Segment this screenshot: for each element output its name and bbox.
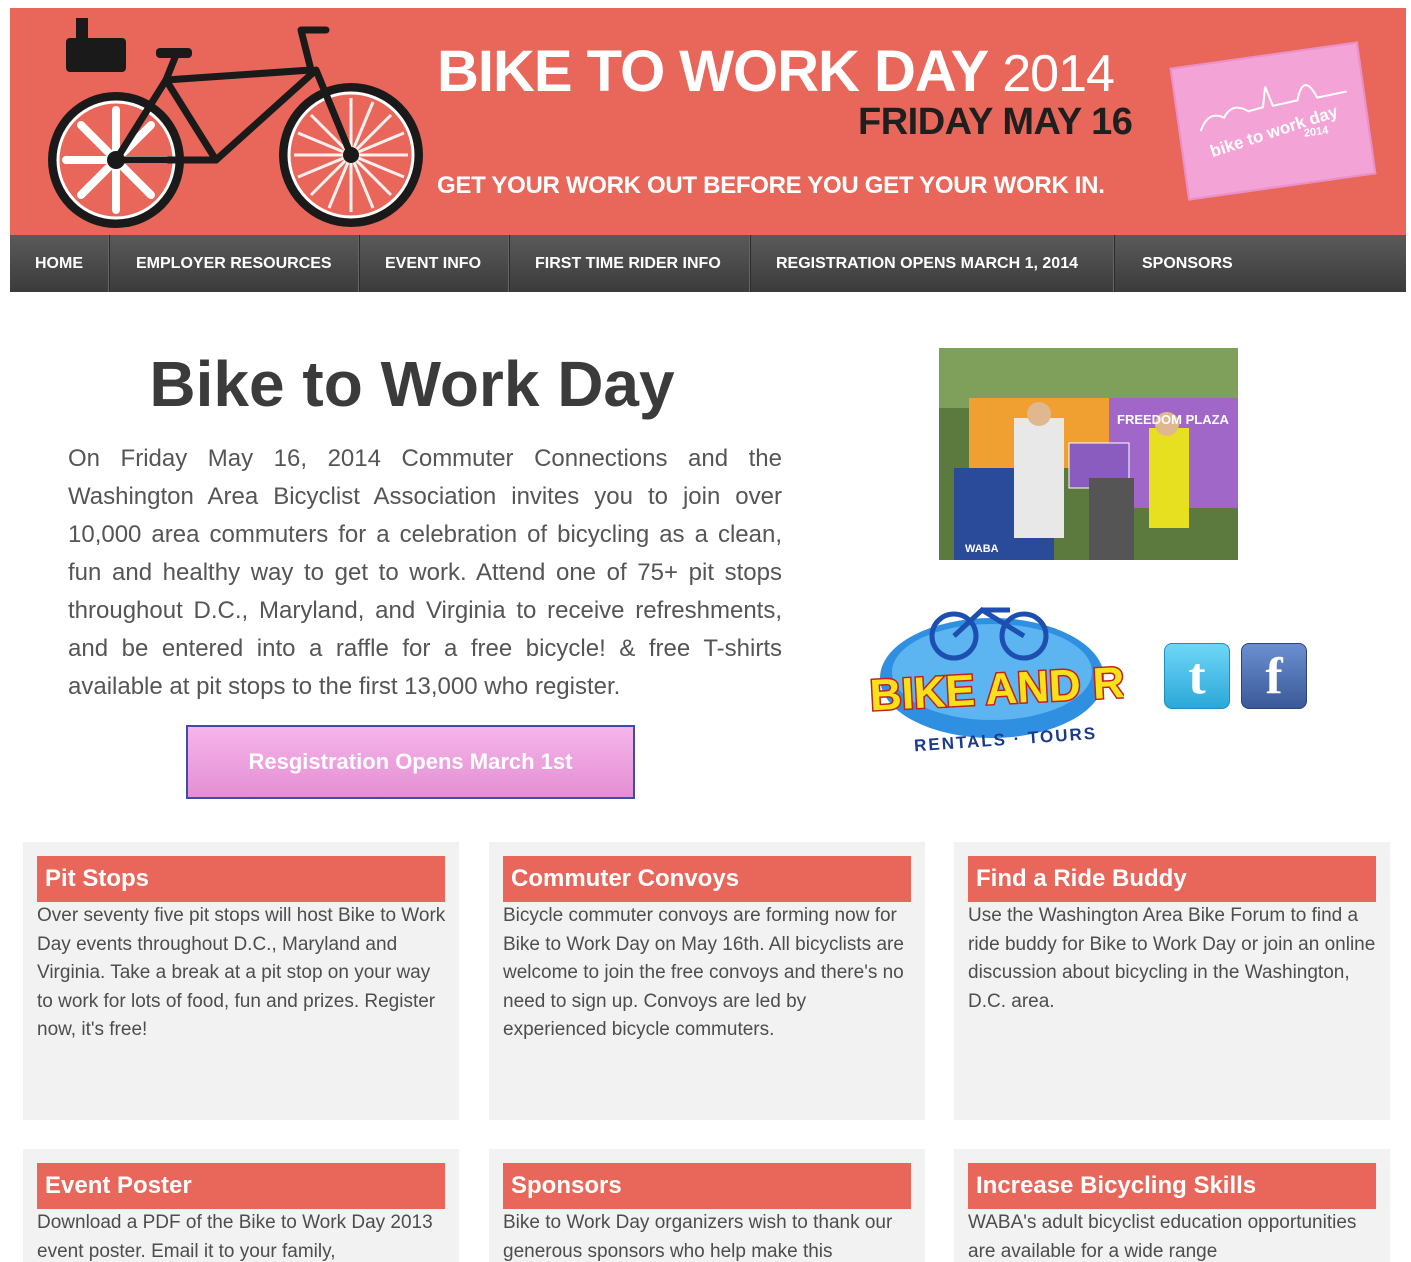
card-body: Download a PDF of the Bike to Work Day 2… bbox=[37, 1212, 433, 1262]
nav-item-employer-resources[interactable]: EMPLOYER RESOURCES bbox=[110, 235, 360, 292]
photo-banner-text: WABA bbox=[965, 543, 999, 555]
card-increase-bicycling-skills: Increase Bicycling Skills WABA's adult b… bbox=[954, 1149, 1390, 1262]
event-flag-logo: bike to work day 2014 bbox=[1169, 41, 1377, 201]
card-body: Over seventy five pit stops will host Bi… bbox=[37, 905, 446, 1040]
card-title[interactable]: Increase Bicycling Skills bbox=[968, 1163, 1376, 1209]
facebook-icon[interactable]: f bbox=[1241, 643, 1307, 709]
registration-button[interactable]: Resgistration Opens March 1st bbox=[186, 725, 635, 799]
nav-item-event-info[interactable]: EVENT INFO bbox=[360, 235, 510, 292]
card-commuter-convoys: Commuter Convoys Bicycle commuter convoy… bbox=[489, 842, 925, 1120]
page-title: Bike to Work Day bbox=[149, 348, 675, 420]
twitter-icon[interactable]: t bbox=[1164, 643, 1230, 709]
twitter-glyph: t bbox=[1188, 648, 1206, 705]
event-photo: FREEDOM PLAZA WABA bbox=[939, 348, 1238, 560]
banner-title: BIKE TO WORK DAY 2014 bbox=[437, 39, 1115, 106]
card-body: WABA's adult bicyclist education opportu… bbox=[968, 1212, 1357, 1262]
card-title[interactable]: Sponsors bbox=[503, 1163, 911, 1209]
card-title[interactable]: Commuter Convoys bbox=[503, 856, 911, 902]
photo-sign-text: FREEDOM PLAZA bbox=[1117, 412, 1230, 427]
bicycle-illustration bbox=[48, 18, 423, 228]
card-sponsors: Sponsors Bike to Work Day organizers wis… bbox=[489, 1149, 925, 1262]
card-event-poster: Event Poster Download a PDF of the Bike … bbox=[23, 1149, 459, 1262]
nav-item-registration[interactable]: REGISTRATION OPENS MARCH 1, 2014 bbox=[751, 235, 1115, 292]
card-pit-stops: Pit Stops Over seventy five pit stops wi… bbox=[23, 842, 459, 1120]
card-body: Use the Washington Area Bike Forum to fi… bbox=[968, 905, 1376, 1012]
card-body: Bicycle commuter convoys are forming now… bbox=[503, 905, 904, 1040]
main-nav: HOME EMPLOYER RESOURCES EVENT INFO FIRST… bbox=[10, 235, 1406, 292]
card-title[interactable]: Pit Stops bbox=[37, 856, 445, 902]
nav-item-sponsors[interactable]: SPONSORS bbox=[1115, 235, 1265, 292]
banner-year: 2014 bbox=[1002, 45, 1115, 103]
event-photo-image: FREEDOM PLAZA WABA bbox=[939, 348, 1238, 560]
card-body: Bike to Work Day organizers wish to than… bbox=[503, 1212, 893, 1262]
banner-tagline: GET YOUR WORK OUT BEFORE YOU GET YOUR WO… bbox=[437, 172, 1105, 199]
bike-and-roll-logo[interactable]: BIKE AND ROLL RENTALS · TOURS bbox=[862, 596, 1124, 756]
card-title[interactable]: Find a Ride Buddy bbox=[968, 856, 1376, 902]
header-banner: BIKE TO WORK DAY 2014 FRIDAY MAY 16 GET … bbox=[10, 8, 1406, 235]
card-find-a-ride-buddy: Find a Ride Buddy Use the Washington Are… bbox=[954, 842, 1390, 1120]
flag-year: 2014 bbox=[1303, 124, 1330, 140]
banner-date: FRIDAY MAY 16 bbox=[858, 101, 1133, 143]
intro-paragraph: On Friday May 16, 2014 Commuter Connecti… bbox=[68, 445, 782, 700]
facebook-glyph: f bbox=[1265, 648, 1283, 705]
banner-title-text: BIKE TO WORK DAY bbox=[437, 39, 988, 104]
nav-item-first-time-rider-info[interactable]: FIRST TIME RIDER INFO bbox=[510, 235, 751, 292]
card-title[interactable]: Event Poster bbox=[37, 1163, 445, 1209]
nav-item-home[interactable]: HOME bbox=[10, 235, 110, 292]
